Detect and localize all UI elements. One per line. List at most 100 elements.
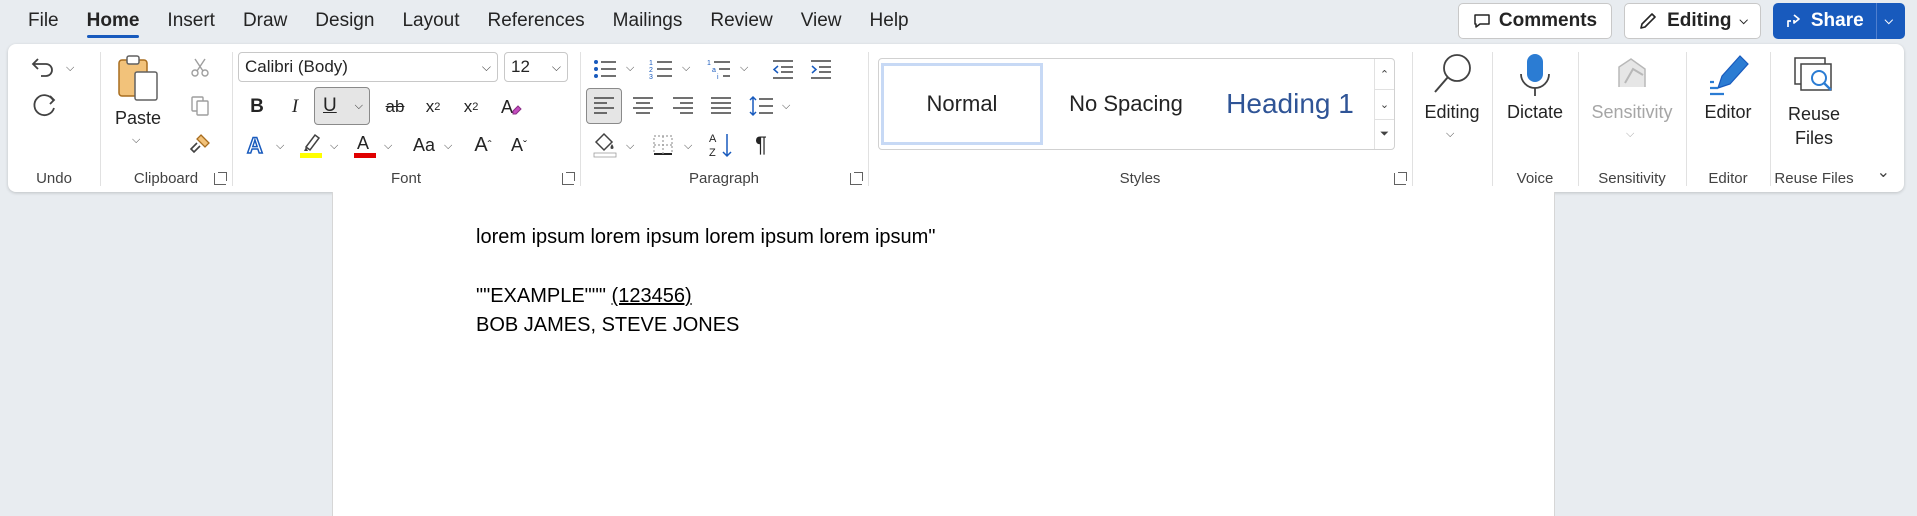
line-spacing-button[interactable] [744, 89, 778, 123]
grow-font-button[interactable]: Aˆ [466, 128, 500, 162]
menu-references[interactable]: References [474, 0, 599, 42]
font-color-button[interactable]: A [348, 128, 382, 162]
comment-icon [1474, 14, 1490, 28]
copy-button[interactable] [184, 90, 216, 122]
ribbon: ⌵ Undo Paste ⌵ Clipboard Calibri (Body) … [8, 44, 1904, 192]
paste-button[interactable] [114, 54, 162, 102]
menu-design[interactable]: Design [301, 0, 388, 42]
bullets-button[interactable] [588, 52, 622, 86]
svg-text:A: A [709, 133, 717, 145]
style-normal[interactable]: Normal [881, 63, 1043, 145]
reuse-files-label: Reuse Files [1770, 102, 1858, 150]
comments-button[interactable]: Comments [1457, 3, 1613, 39]
sensitivity-dropdown-icon[interactable]: ⌵ [1626, 128, 1634, 141]
document-line-2-text: ""EXAMPLE""" [476, 285, 612, 307]
undo-dropdown-icon[interactable]: ⌵ [66, 62, 74, 75]
align-right-button[interactable] [666, 89, 700, 123]
font-size-combo[interactable]: 12 ⌵ [504, 52, 568, 82]
change-case-button[interactable]: Aa [404, 128, 444, 162]
sensitivity-button[interactable] [1604, 52, 1660, 100]
chevron-down-icon[interactable]: ⌄ [1375, 89, 1394, 119]
style-heading-1[interactable]: Heading 1 [1209, 63, 1371, 145]
shading-dropdown-icon[interactable]: ⌵ [626, 140, 634, 153]
numbering-dropdown-icon[interactable]: ⌵ [682, 62, 690, 75]
menu-home[interactable]: Home [73, 0, 154, 42]
shading-button[interactable] [588, 128, 622, 162]
chevron-up-icon[interactable]: ⌃ [1375, 59, 1394, 89]
highlight-button[interactable] [294, 128, 328, 162]
styles-launcher-icon[interactable] [1394, 172, 1407, 185]
menu-help[interactable]: Help [856, 0, 923, 42]
reuse-files-label-line2: Files [1794, 128, 1833, 148]
change-case-dropdown-icon[interactable]: ⌵ [444, 140, 452, 153]
paste-dropdown-icon[interactable]: ⌵ [132, 134, 140, 147]
editing-mode-button[interactable]: Editing ⌵ [1624, 3, 1761, 39]
multilevel-list-button[interactable]: 1ai [702, 52, 736, 86]
justify-icon [711, 97, 731, 114]
decrease-indent-icon [772, 60, 793, 79]
strikethrough-button[interactable]: ab [378, 90, 412, 124]
more-styles-icon[interactable]: ⏷ [1375, 119, 1394, 149]
share-divider [1875, 3, 1877, 39]
subscript-button[interactable]: x2 [416, 90, 450, 124]
chevron-down-icon: ⌵ [1739, 14, 1748, 27]
show-formatting-button[interactable]: ¶ [744, 128, 778, 162]
menu-file[interactable]: File [0, 0, 73, 42]
paste-label: Paste [114, 108, 162, 128]
font-color-dropdown-icon[interactable]: ⌵ [384, 140, 392, 153]
decrease-indent-button[interactable] [766, 52, 800, 86]
bold-button[interactable]: B [240, 90, 274, 124]
share-button[interactable]: Share ⌵ [1772, 3, 1905, 39]
multilevel-dropdown-icon[interactable]: ⌵ [740, 62, 748, 75]
style-no-spacing[interactable]: No Spacing [1045, 63, 1207, 145]
underline-button[interactable]: U ⌵ [314, 87, 370, 125]
line-spacing-dropdown-icon[interactable]: ⌵ [782, 100, 790, 113]
editing-dropdown-icon[interactable]: ⌵ [1446, 128, 1454, 141]
font-launcher-icon[interactable] [562, 172, 575, 185]
document-page[interactable]: lorem ipsum lorem ipsum lorem ipsum lore… [332, 192, 1555, 516]
numbering-button[interactable]: 123 [644, 52, 678, 86]
paragraph-launcher-icon[interactable] [850, 172, 863, 185]
clear-formatting-button[interactable]: A [494, 90, 528, 124]
text-effects-dropdown-icon[interactable]: ⌵ [276, 140, 284, 153]
comments-label: Comments [1498, 10, 1598, 31]
menu-layout[interactable]: Layout [388, 0, 473, 42]
editing-button[interactable] [1424, 50, 1480, 98]
format-painter-button[interactable] [184, 128, 216, 160]
borders-button[interactable] [646, 128, 680, 162]
chevron-down-icon: ⌵ [481, 60, 491, 74]
borders-dropdown-icon[interactable]: ⌵ [684, 140, 692, 153]
justify-button[interactable] [704, 89, 738, 123]
search-icon [1434, 54, 1471, 93]
scissors-icon [191, 58, 209, 77]
undo-button[interactable] [28, 52, 60, 84]
reuse-files-button[interactable] [1788, 52, 1840, 100]
shrink-font-button[interactable]: Aˇ [502, 128, 536, 162]
font-name-combo[interactable]: Calibri (Body) ⌵ [238, 52, 498, 82]
sort-button[interactable]: AZ [704, 128, 738, 162]
bullets-dropdown-icon[interactable]: ⌵ [626, 62, 634, 75]
highlight-dropdown-icon[interactable]: ⌵ [330, 140, 338, 153]
clear-formatting-icon: A [501, 97, 522, 117]
voice-group-label: Voice [1516, 170, 1554, 187]
superscript-button[interactable]: x2 [454, 90, 488, 124]
redo-button[interactable] [28, 90, 60, 122]
menu-review[interactable]: Review [696, 0, 786, 42]
menu-mailings[interactable]: Mailings [599, 0, 697, 42]
italic-button[interactable]: I [278, 90, 312, 124]
underline-icon: U [323, 95, 337, 116]
collapse-ribbon-icon[interactable]: ⌄ [1877, 162, 1890, 182]
text-effects-button[interactable]: A [240, 128, 274, 162]
editor-button[interactable] [1702, 50, 1756, 100]
increase-indent-button[interactable] [804, 52, 838, 86]
voice-group: Dictate Voice [1492, 44, 1578, 192]
align-left-button[interactable] [586, 88, 622, 124]
share-chevron-icon[interactable]: ⌵ [1885, 15, 1893, 28]
cut-button[interactable] [184, 52, 216, 84]
dictate-button[interactable] [1510, 52, 1560, 100]
menu-view[interactable]: View [787, 0, 856, 42]
clipboard-launcher-icon[interactable] [214, 172, 227, 185]
menu-insert[interactable]: Insert [153, 0, 229, 42]
align-center-button[interactable] [626, 89, 660, 123]
menu-draw[interactable]: Draw [229, 0, 301, 42]
